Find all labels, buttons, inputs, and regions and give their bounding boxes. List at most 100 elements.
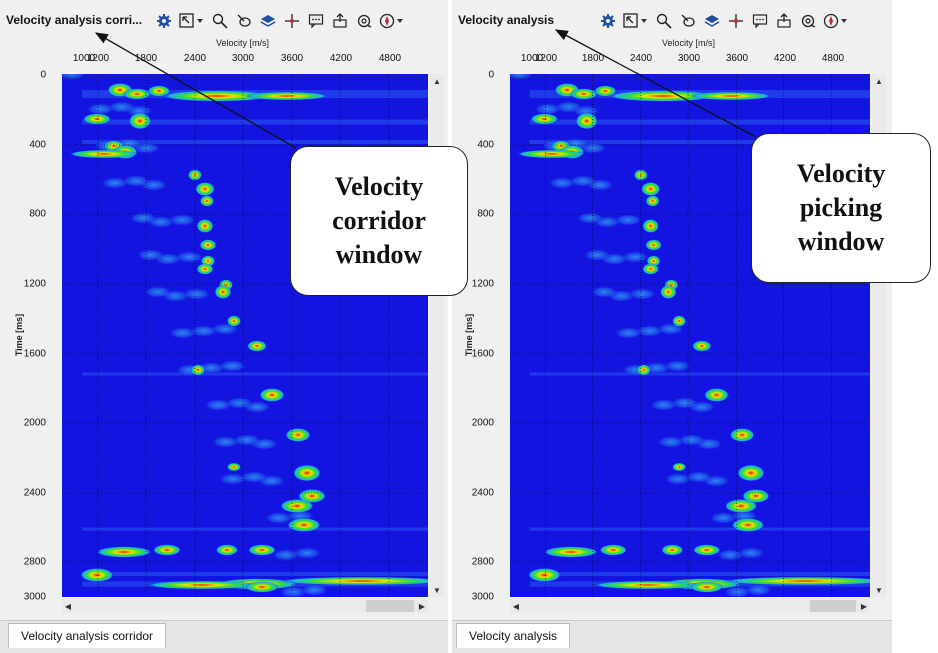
semblance-peak bbox=[200, 195, 214, 207]
semblance-blob bbox=[225, 397, 254, 409]
semblance-peak bbox=[214, 285, 232, 299]
semblance-blob bbox=[218, 360, 247, 372]
semblance-peak bbox=[690, 91, 773, 101]
x-axis-title: Velocity [m/s] bbox=[216, 38, 270, 48]
compass-icon[interactable] bbox=[378, 11, 406, 31]
pan-icon[interactable] bbox=[234, 11, 254, 31]
y-tick: 0 bbox=[488, 69, 494, 81]
scroll-left-icon[interactable]: ◀ bbox=[62, 599, 74, 613]
semblance-peak bbox=[293, 464, 321, 482]
fit-icon[interactable] bbox=[354, 11, 374, 31]
semblance-peak bbox=[285, 428, 311, 442]
tab-velocity-analysis[interactable]: Velocity analysis bbox=[456, 623, 571, 648]
x-tick: 1200 bbox=[534, 53, 558, 64]
semblance-band bbox=[529, 372, 870, 376]
semblance-peak bbox=[516, 149, 586, 159]
y-tick: 3000 bbox=[23, 591, 46, 603]
callout-line: window bbox=[335, 240, 423, 269]
gear-icon[interactable] bbox=[598, 11, 618, 31]
callout-line: Velocity bbox=[796, 159, 886, 188]
semblance-peak bbox=[692, 340, 712, 352]
semblance-peak bbox=[742, 489, 770, 503]
semblance-blob bbox=[663, 360, 692, 372]
semblance-blob bbox=[677, 434, 706, 446]
x-tick: 4200 bbox=[329, 53, 353, 64]
fit-icon[interactable] bbox=[798, 11, 818, 31]
x-tick: 1800 bbox=[134, 53, 158, 64]
semblance-blob bbox=[240, 471, 268, 483]
select-region-icon[interactable] bbox=[622, 11, 650, 31]
scroll-right-icon[interactable]: ▶ bbox=[416, 599, 428, 613]
semblance-peak bbox=[298, 489, 326, 503]
y-tick: 400 bbox=[477, 139, 494, 151]
semblance-blob bbox=[583, 249, 611, 261]
semblance-peak bbox=[704, 388, 729, 402]
export-icon[interactable] bbox=[774, 11, 794, 31]
y-tick: 2000 bbox=[23, 417, 46, 429]
semblance-blob bbox=[737, 547, 765, 559]
semblance-blob bbox=[136, 249, 165, 261]
layers-icon[interactable] bbox=[702, 11, 722, 31]
semblance-blob bbox=[590, 286, 619, 298]
semblance-peak bbox=[123, 88, 151, 100]
semblance-blob bbox=[182, 288, 211, 300]
callout-line: window bbox=[797, 227, 885, 256]
left-panel: Velocity analysis corri... Velocity [m/s… bbox=[0, 0, 448, 653]
semblance-peak bbox=[259, 388, 285, 402]
semblance-peak bbox=[530, 113, 559, 125]
y-tick: 3000 bbox=[471, 591, 494, 603]
layers-icon[interactable] bbox=[258, 11, 278, 31]
export-icon[interactable] bbox=[330, 11, 350, 31]
y-tick: 1200 bbox=[471, 278, 494, 290]
x-tick: 3600 bbox=[725, 53, 749, 64]
scroll-thumb[interactable] bbox=[366, 600, 414, 612]
scroll-up-icon[interactable]: ▲ bbox=[430, 74, 444, 88]
semblance-peak bbox=[69, 149, 139, 159]
window-title: Velocity analysis bbox=[458, 13, 555, 27]
semblance-peak bbox=[96, 546, 152, 558]
comment-icon[interactable] bbox=[750, 11, 770, 31]
callout-line: Velocity bbox=[334, 172, 424, 201]
gear-icon[interactable] bbox=[154, 11, 174, 31]
crosshair-icon[interactable] bbox=[282, 11, 302, 31]
scroll-left-icon[interactable]: ◀ bbox=[510, 599, 522, 613]
y-tick: 800 bbox=[29, 208, 46, 220]
scroll-thumb[interactable] bbox=[810, 600, 856, 612]
pan-icon[interactable] bbox=[678, 11, 698, 31]
zoom-icon[interactable] bbox=[654, 11, 674, 31]
semblance-peak bbox=[196, 263, 214, 275]
crosshair-icon[interactable] bbox=[726, 11, 746, 31]
scroll-up-icon[interactable]: ▲ bbox=[872, 74, 886, 88]
comment-icon[interactable] bbox=[306, 11, 326, 31]
semblance-blob bbox=[621, 251, 650, 263]
callout-line: corridor bbox=[332, 206, 426, 235]
scroll-down-icon[interactable]: ▼ bbox=[430, 583, 444, 597]
zoom-icon[interactable] bbox=[210, 11, 230, 31]
y-tick: 2800 bbox=[23, 556, 46, 568]
y-tick: 0 bbox=[40, 69, 46, 81]
scroll-down-icon[interactable]: ▼ bbox=[872, 583, 886, 597]
semblance-blob bbox=[614, 214, 642, 226]
semblance-peak bbox=[191, 364, 205, 376]
callout-line: picking bbox=[799, 193, 883, 222]
y-tick: 1600 bbox=[471, 348, 494, 360]
tab-bar: Velocity analysis bbox=[452, 620, 892, 653]
semblance-peak bbox=[543, 546, 599, 558]
semblance-peak bbox=[729, 428, 755, 442]
scroll-right-icon[interactable]: ▶ bbox=[858, 599, 870, 613]
y-tick: 1200 bbox=[23, 278, 46, 290]
semblance-band bbox=[529, 572, 870, 576]
select-region-icon[interactable] bbox=[178, 11, 206, 31]
semblance-blob bbox=[232, 434, 261, 446]
horizontal-scrollbar[interactable]: ◀ ▶ bbox=[62, 599, 428, 613]
tab-velocity-analysis-corridor[interactable]: Velocity analysis corridor bbox=[8, 623, 167, 648]
x-tick: 1800 bbox=[581, 53, 605, 64]
callout-corridor: Velocity corridor window bbox=[290, 146, 468, 296]
x-axis-title: Velocity [m/s] bbox=[662, 38, 716, 48]
semblance-band bbox=[529, 527, 870, 531]
compass-icon[interactable] bbox=[822, 11, 850, 31]
y-tick: 1600 bbox=[23, 348, 46, 360]
semblance-blob bbox=[168, 214, 197, 226]
semblance-peak bbox=[642, 263, 659, 275]
horizontal-scrollbar[interactable]: ◀ ▶ bbox=[510, 599, 870, 613]
